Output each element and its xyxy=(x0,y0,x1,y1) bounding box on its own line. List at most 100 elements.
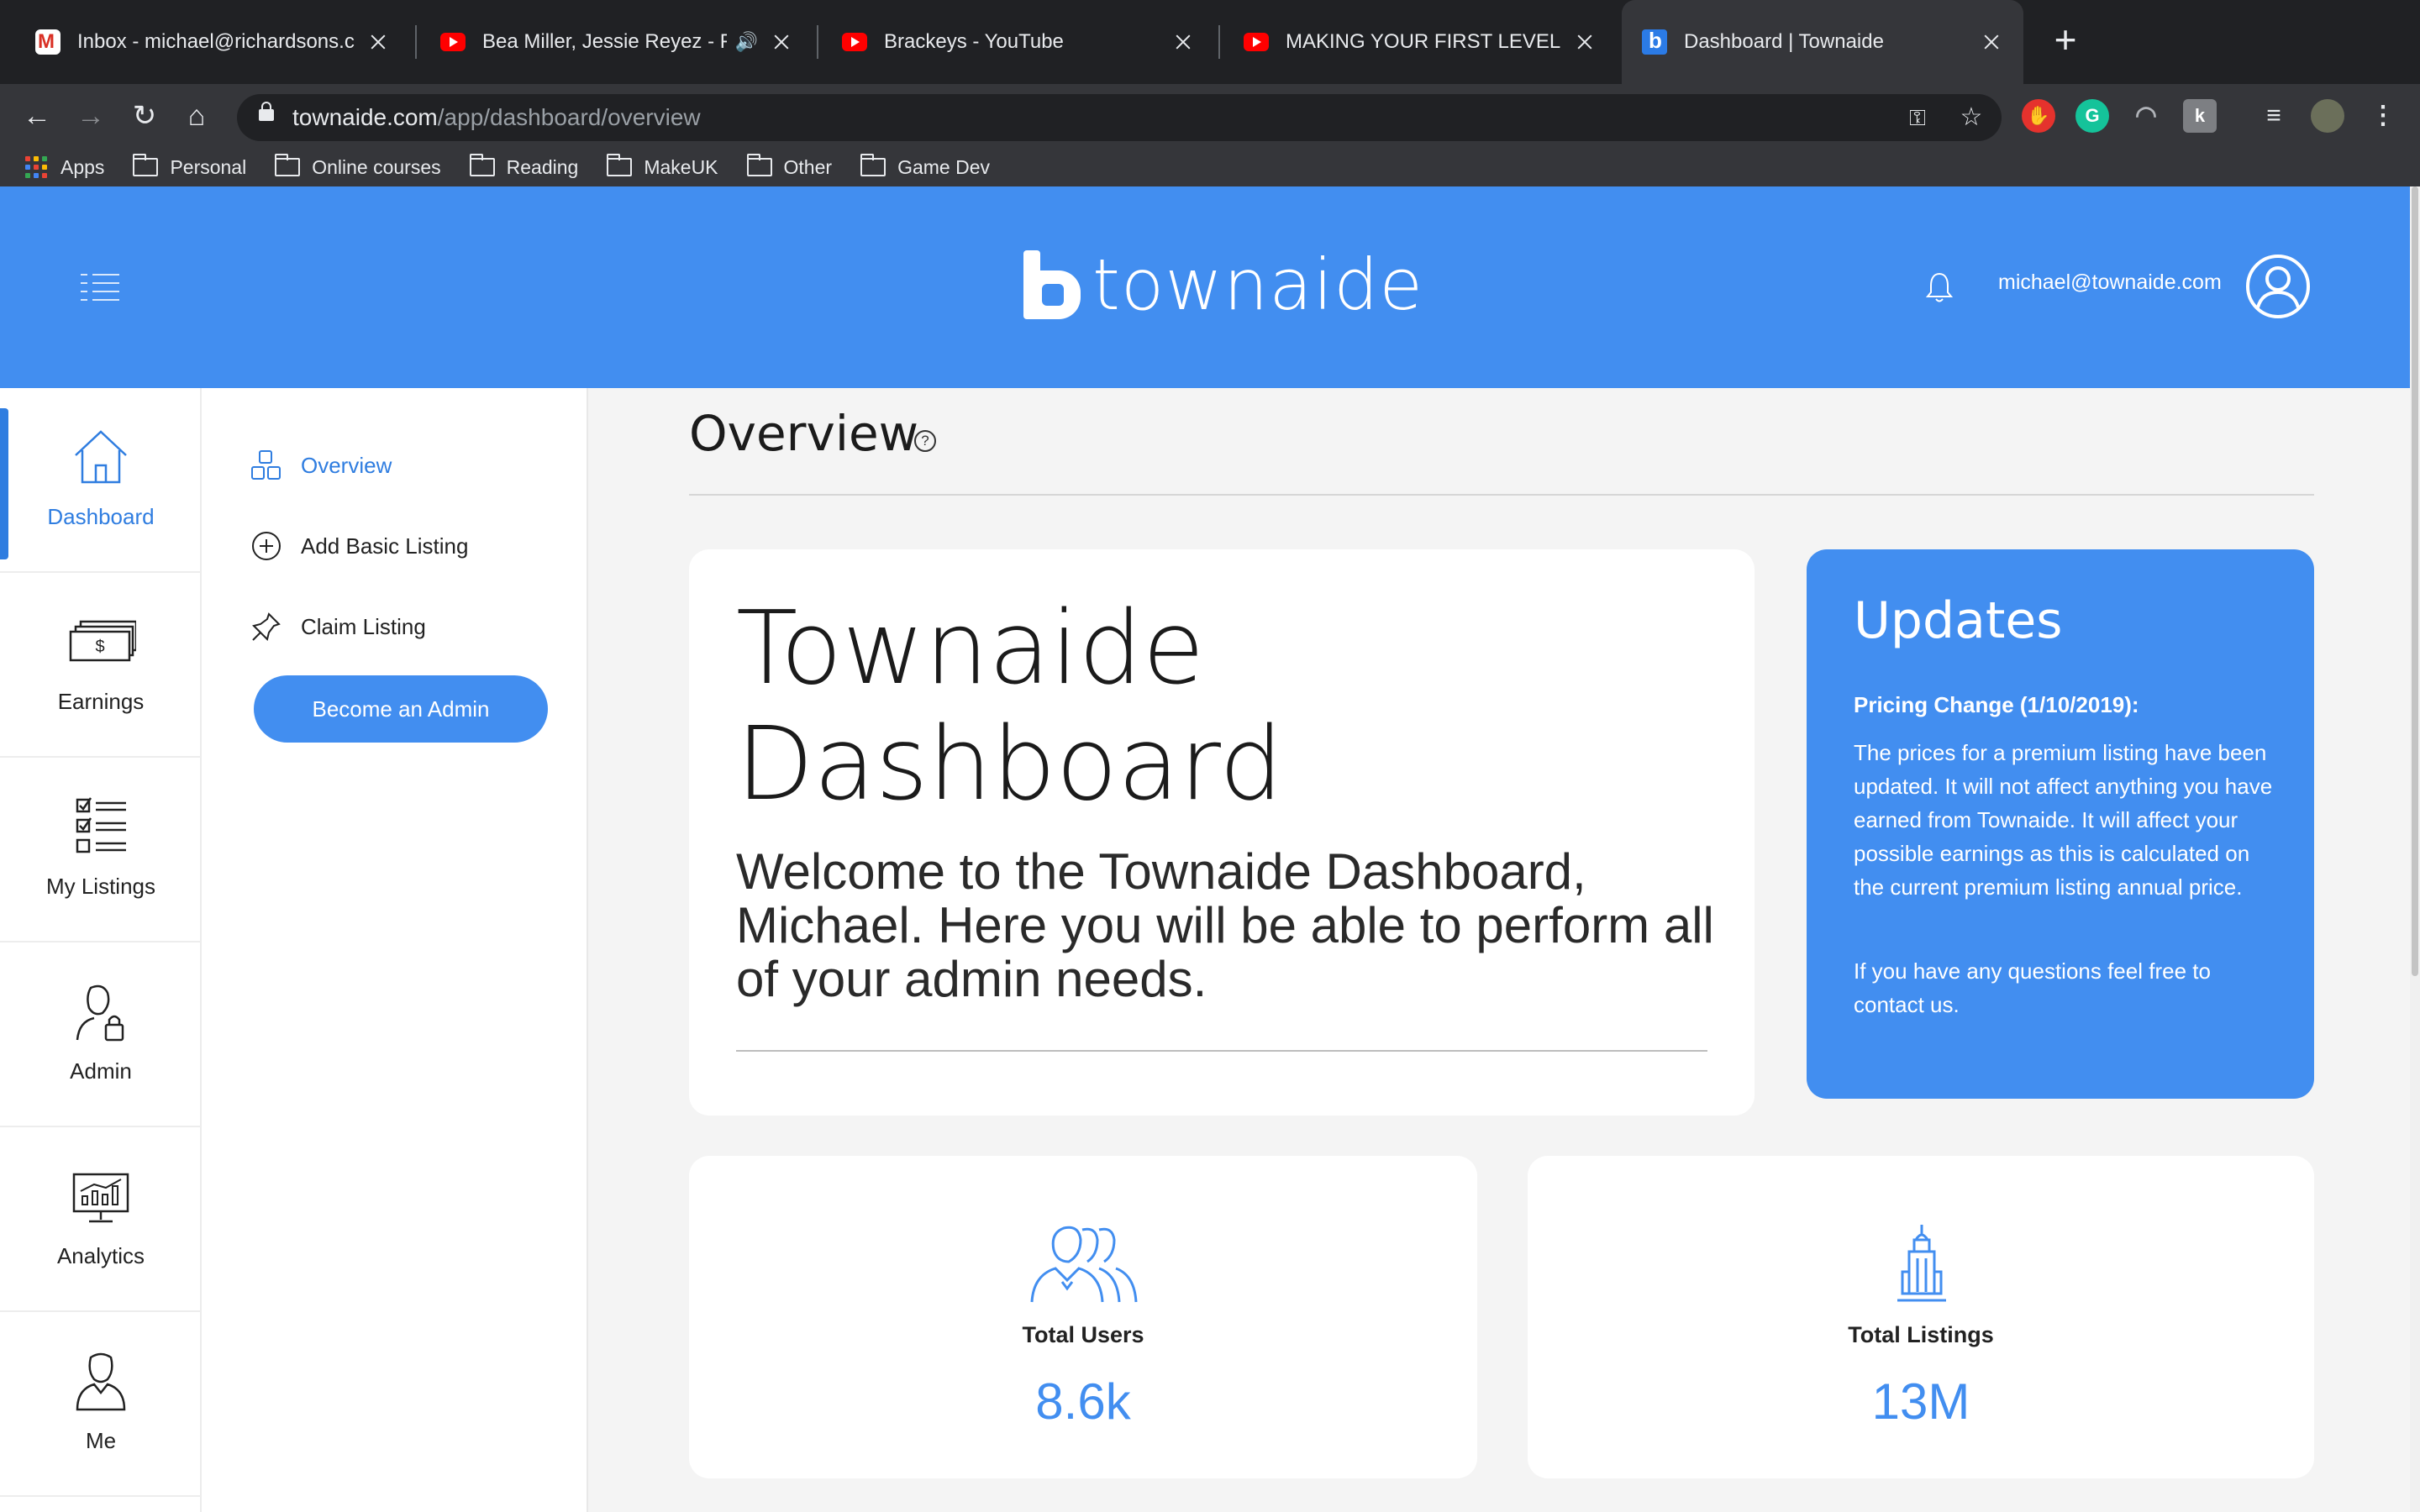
help-icon[interactable]: ? xyxy=(914,430,936,452)
bookmark-reading[interactable]: Reading xyxy=(469,154,579,179)
money-icon: $ xyxy=(69,620,136,662)
profile-avatar-icon[interactable] xyxy=(2311,99,2344,133)
star-icon[interactable]: ☆ xyxy=(1954,101,1988,134)
close-tab-icon[interactable] xyxy=(366,30,390,54)
updates-card: Updates Pricing Change (1/10/2019): The … xyxy=(1807,549,2314,1099)
page-title: Overview xyxy=(689,405,919,462)
townaide-logo-mark-icon xyxy=(1023,250,1081,319)
gmail-icon xyxy=(35,29,60,55)
media-queue-icon[interactable]: ≡ xyxy=(2257,99,2291,133)
sidebar-item-admin[interactable]: Admin xyxy=(0,942,202,1127)
subnav-item-claim-listing[interactable]: Claim Listing xyxy=(250,610,426,643)
welcome-title-line1: Townaide xyxy=(736,591,1205,707)
stat-label: Total Users xyxy=(1022,1322,1144,1347)
building-icon xyxy=(1897,1225,1946,1302)
bookmark-online-courses[interactable]: Online courses xyxy=(275,154,441,179)
home-icon[interactable]: ⌂ xyxy=(176,96,217,136)
bookmark-label: Reading xyxy=(506,155,579,178)
townaide-logo[interactable]: townaide xyxy=(1023,244,1424,326)
house-icon xyxy=(75,430,127,484)
bookmark-apps[interactable]: Apps xyxy=(25,156,104,179)
menu-list-icon[interactable] xyxy=(81,272,119,302)
tab-gmail-inbox[interactable]: Inbox - michael@richardsons.co xyxy=(15,0,410,84)
adblock-extension-icon[interactable]: ✋ xyxy=(2022,99,2055,133)
close-tab-icon[interactable] xyxy=(770,30,793,54)
updates-body: The prices for a premium listing have be… xyxy=(1854,740,2273,900)
pin-icon xyxy=(252,612,281,641)
forward-arrow-icon[interactable]: → xyxy=(71,96,111,136)
tab-title: Inbox - michael@richardsons.co xyxy=(77,30,355,53)
tab-title: Dashboard | Townaide xyxy=(1684,30,1884,53)
address-bar[interactable]: townaide.com/app/dashboard/overview ⚿ ☆ xyxy=(237,94,2002,141)
url-path: /app/dashboard/overview xyxy=(437,104,701,130)
page-scrollbar[interactable] xyxy=(2410,186,2420,1512)
subnav-item-label: Claim Listing xyxy=(301,613,426,639)
vpn-extension-icon[interactable]: ◠ xyxy=(2129,99,2163,133)
logo-text: townaide xyxy=(1092,244,1424,326)
tab-brackeys[interactable]: Brackeys - YouTube xyxy=(822,0,1215,84)
bookmark-game-dev[interactable]: Game Dev xyxy=(860,154,990,179)
user-avatar-icon[interactable] xyxy=(2245,254,2311,319)
app-header: townaide michael@townaide.com xyxy=(0,186,2420,388)
tab-separator xyxy=(817,25,818,59)
bookmark-personal[interactable]: Personal xyxy=(133,154,247,179)
primary-sidebar: Dashboard $ Earnings My Listings Admin A… xyxy=(0,388,202,1512)
checklist-icon xyxy=(76,797,126,853)
become-admin-button[interactable]: Become an Admin xyxy=(254,675,548,743)
sidebar-item-dashboard[interactable]: Dashboard xyxy=(0,388,202,573)
browser-tab-bar: Inbox - michael@richardsons.co Bea Mille… xyxy=(0,0,2420,84)
chrome-menu-icon[interactable]: ⋮ xyxy=(2366,99,2400,133)
folder-icon xyxy=(275,154,301,176)
reload-icon[interactable]: ↻ xyxy=(124,96,165,136)
tab-separator xyxy=(415,25,417,59)
sidebar-item-label: Me xyxy=(85,1428,117,1453)
sidebar-item-analytics[interactable]: Analytics xyxy=(0,1127,202,1312)
subnav-item-add-basic-listing[interactable]: Add Basic Listing xyxy=(250,529,468,563)
folder-icon xyxy=(746,154,772,176)
sidebar-item-label: Analytics xyxy=(56,1243,145,1268)
bookmark-other[interactable]: Other xyxy=(746,154,832,179)
grammarly-extension-icon[interactable]: G xyxy=(2075,99,2109,133)
townaide-icon xyxy=(1642,28,1667,55)
main-content: Overview ? Townaide Dashboard Welcome to… xyxy=(588,388,2420,1512)
close-tab-icon[interactable] xyxy=(1980,30,2003,54)
stat-value: 8.6k xyxy=(1035,1373,1131,1430)
subnav-item-overview[interactable]: Overview xyxy=(250,449,392,482)
welcome-title-line2: Dashboard xyxy=(736,706,1284,823)
bookmark-makeuk[interactable]: MakeUK xyxy=(607,154,718,179)
speaker-icon[interactable]: 🔊 xyxy=(735,31,758,53)
tab-bea-miller[interactable]: Bea Miller, Jessie Reyez - FE 🔊 xyxy=(420,0,813,84)
stat-value: 13M xyxy=(1871,1373,1970,1430)
user-email[interactable]: michael@townaide.com xyxy=(1998,270,2222,295)
extension-k-icon[interactable]: k xyxy=(2183,99,2217,133)
url-text[interactable]: townaide.com/app/dashboard/overview xyxy=(292,94,701,141)
sidebar-item-my-listings[interactable]: My Listings xyxy=(0,758,202,942)
subnav-item-label: Overview xyxy=(301,452,392,478)
sidebar-item-earnings[interactable]: $ Earnings xyxy=(0,573,202,758)
youtube-icon xyxy=(842,33,867,51)
title-divider xyxy=(689,494,2314,496)
welcome-card: Townaide Dashboard Welcome to the Townai… xyxy=(689,549,1754,1116)
lock-icon[interactable] xyxy=(259,102,274,121)
back-arrow-icon[interactable]: ← xyxy=(17,96,57,136)
sidebar-item-label: Earnings xyxy=(57,689,145,714)
sidebar-item-me[interactable]: Me xyxy=(0,1312,202,1497)
new-tab-button[interactable]: + xyxy=(2042,18,2089,66)
scrollbar-thumb[interactable] xyxy=(2412,186,2418,976)
total-users-card: Total Users 8.6k xyxy=(689,1156,1477,1478)
welcome-divider xyxy=(736,1050,1707,1052)
bookmark-label: Personal xyxy=(170,155,247,178)
tab-making-first-level[interactable]: MAKING YOUR FIRST LEVEL in U xyxy=(1223,0,1617,84)
notification-bell-icon[interactable] xyxy=(1924,270,1954,304)
welcome-message: Welcome to the Townaide Dashboard, Micha… xyxy=(736,843,1714,1007)
close-tab-icon[interactable] xyxy=(1171,30,1195,54)
subnav-item-label: Add Basic Listing xyxy=(301,533,469,559)
close-tab-icon[interactable] xyxy=(1573,30,1597,54)
active-indicator xyxy=(0,408,8,559)
key-icon[interactable]: ⚿ xyxy=(1901,101,1934,134)
tab-separator xyxy=(1218,25,1220,59)
tab-dashboard-townaide[interactable]: Dashboard | Townaide xyxy=(1622,0,2023,84)
svg-text:$: $ xyxy=(95,638,104,656)
bookmark-label: Apps xyxy=(60,155,105,178)
tab-title: Bea Miller, Jessie Reyez - FE xyxy=(482,30,727,53)
